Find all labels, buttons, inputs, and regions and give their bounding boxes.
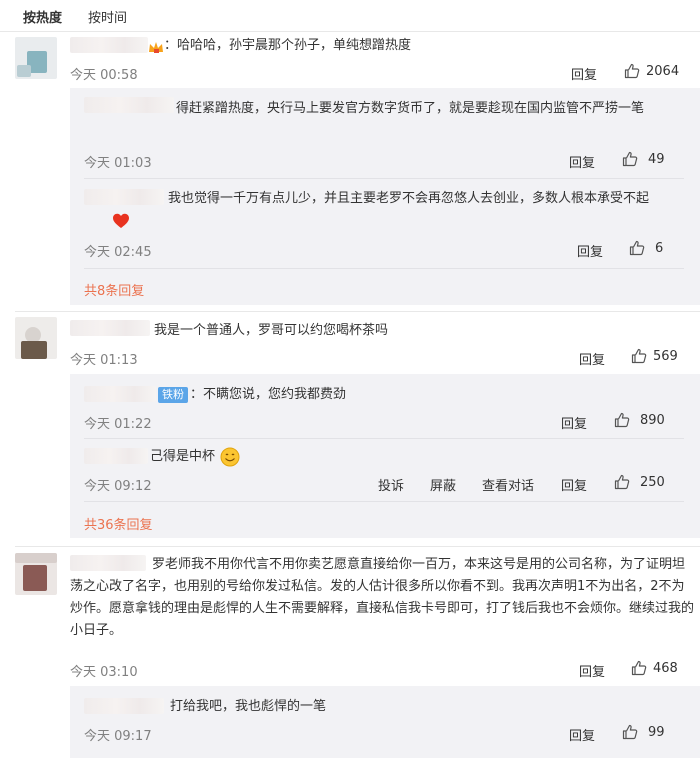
thumbs-up-icon[interactable] — [631, 660, 647, 676]
reply-divider — [84, 268, 684, 269]
thumbs-up-icon[interactable] — [614, 474, 630, 490]
fan-badge: 铁粉 — [158, 387, 188, 403]
comment-time: 今天 03:10 — [70, 665, 138, 680]
vip-crown-icon — [149, 42, 163, 53]
thumbs-up-icon[interactable] — [622, 724, 638, 740]
reply-text: ：不瞒您说，您约我都费劲 — [190, 387, 347, 402]
thumbs-up-icon[interactable] — [624, 63, 640, 79]
reply-button[interactable]: 回复 — [561, 413, 587, 432]
username[interactable] — [70, 37, 148, 53]
comment-text: 罗老师我不用你代言不用你卖艺愿意直接给你一百万，本来这号是用的公司名称，为了证明… — [70, 557, 695, 638]
reply-divider — [84, 178, 684, 179]
reply-text: 得赶紧蹭热度，央行马上要发官方数字货币了，就是要趁现在国内监管不严捞一笔 — [176, 101, 645, 116]
like-count: 890 — [640, 413, 665, 428]
reply-time: 今天 02:45 — [84, 245, 152, 260]
reply-divider — [84, 501, 684, 502]
reply-text: 我也觉得一千万有点儿少，并且主要老罗不会再忽悠人去创业，多数人根本承受不起 — [168, 191, 650, 206]
reply-button[interactable]: 回复 — [561, 475, 587, 494]
comment-divider — [15, 546, 700, 547]
reply-time: 今天 01:03 — [84, 156, 152, 171]
like-count: 2064 — [646, 64, 680, 79]
block-button[interactable]: 屏蔽 — [430, 475, 456, 494]
comment-text: 我是一个普通人，罗哥可以约您喝杯茶吗 — [154, 323, 389, 338]
thumbs-up-icon[interactable] — [631, 348, 647, 364]
reply-button[interactable]: 回复 — [569, 725, 595, 744]
reply-button[interactable]: 回复 — [579, 661, 605, 680]
thumbs-up-icon[interactable] — [629, 240, 645, 256]
username[interactable] — [84, 698, 164, 714]
thumbs-up-icon[interactable] — [614, 412, 630, 428]
more-replies-link[interactable]: 共8条回复 — [84, 280, 144, 299]
username[interactable] — [70, 320, 150, 336]
reply-divider — [84, 438, 684, 439]
reply-time: 今天 01:22 — [84, 417, 152, 432]
view-dialog-button[interactable]: 查看对话 — [482, 475, 534, 494]
smile-emoji-icon — [220, 447, 240, 467]
sort-by-hot-tab[interactable]: 按热度 — [23, 7, 62, 26]
reply-time: 今天 09:12 — [84, 479, 152, 494]
report-button[interactable]: 投诉 — [378, 475, 404, 494]
sort-by-time-tab[interactable]: 按时间 — [88, 7, 127, 26]
reply-time: 今天 09:17 — [84, 729, 152, 744]
reply-button[interactable]: 回复 — [569, 152, 595, 171]
reply-button[interactable]: 回复 — [571, 64, 597, 83]
reply-text: 打给我吧，我也彪悍的一笔 — [170, 699, 327, 714]
sort-bar: 按热度 按时间 — [0, 0, 700, 32]
reply-button[interactable]: 回复 — [579, 349, 605, 368]
like-count: 250 — [640, 475, 665, 490]
reply-text: 己得是中杯 — [150, 449, 216, 464]
thumbs-up-icon[interactable] — [622, 151, 638, 167]
reply-thread — [70, 686, 700, 758]
heart-emoji-icon — [113, 213, 129, 228]
more-replies-link[interactable]: 共36条回复 — [84, 514, 153, 533]
avatar[interactable] — [15, 317, 57, 359]
like-count: 99 — [648, 725, 665, 740]
like-count: 569 — [653, 349, 678, 364]
comment-text: ：哈哈哈，孙宇晨那个孙子，单纯想蹭热度 — [164, 38, 412, 53]
like-count: 6 — [655, 241, 664, 256]
comment-time: 今天 00:58 — [70, 68, 138, 83]
like-count: 468 — [653, 661, 678, 676]
reply-button[interactable]: 回复 — [577, 241, 603, 260]
username[interactable] — [84, 448, 148, 464]
like-count: 49 — [648, 152, 665, 167]
username[interactable] — [84, 386, 156, 402]
avatar[interactable] — [15, 553, 57, 595]
avatar[interactable] — [15, 37, 57, 79]
comment-divider — [15, 311, 700, 312]
comment-time: 今天 01:13 — [70, 353, 138, 368]
